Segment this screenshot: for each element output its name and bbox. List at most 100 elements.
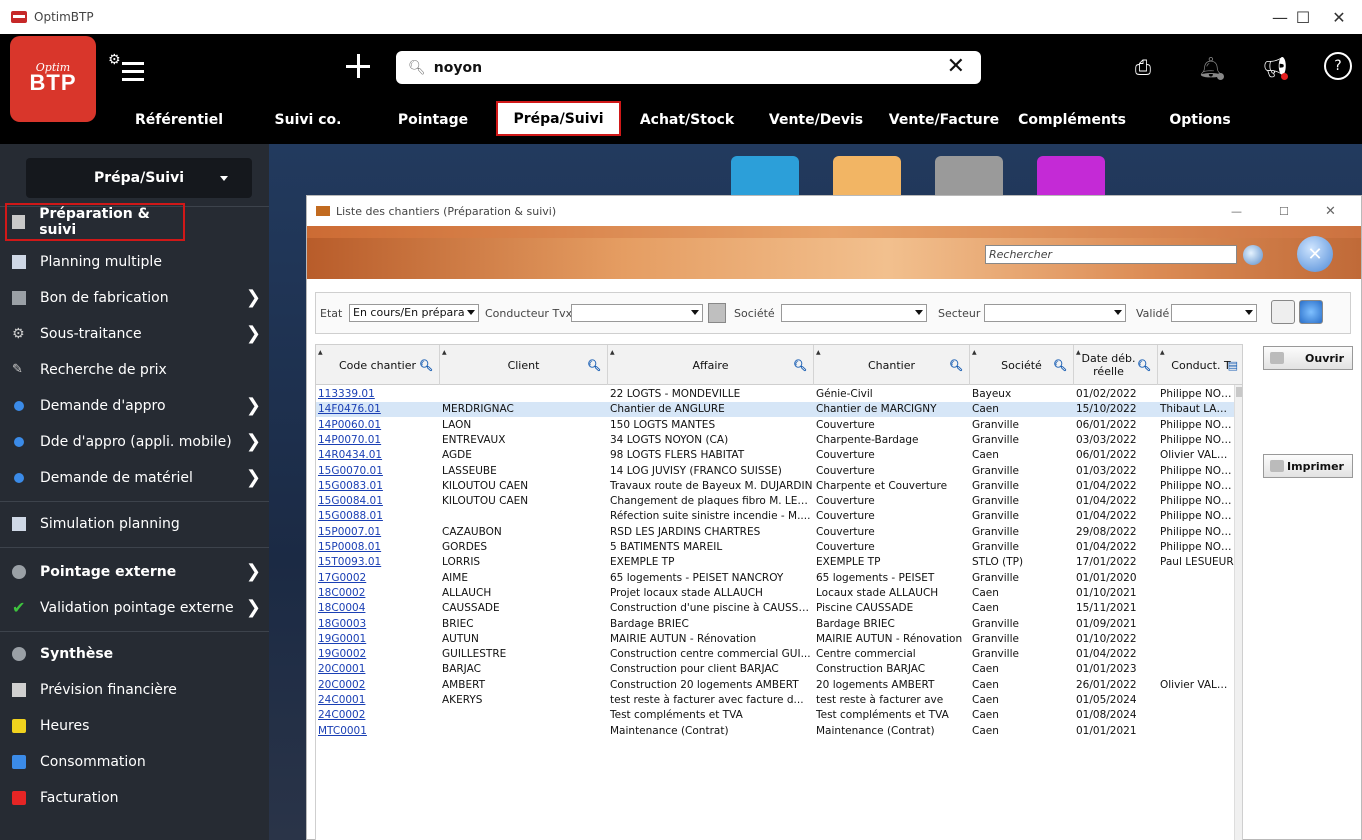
table-row[interactable]: 15P0007.01 CAZAUBON RSD LES JARDINS CHARTR…	[316, 525, 1242, 540]
table-row[interactable]: 17G0002 AIME 65 logements - PEISET NANCROY…	[316, 571, 1242, 586]
sidebar-item-demande-appro[interactable]: Demande d'appro ❯	[0, 388, 269, 424]
cell-code[interactable]: 18G0003	[316, 617, 440, 632]
vertical-scrollbar[interactable]	[1234, 385, 1242, 840]
cell-code[interactable]: 15G0070.01	[316, 464, 440, 479]
societe-select[interactable]	[781, 304, 927, 322]
etat-select[interactable]: En cours/En prépara	[349, 304, 479, 322]
table-row[interactable]: 14P0060.01 LAON 150 LOGTS MANTES Couverture…	[316, 418, 1242, 433]
col-code-chantier[interactable]: ▲ Code chantier 🔍︎	[316, 345, 440, 385]
table-row[interactable]: MTC0001 Maintenance (Contrat) Maintenance …	[316, 724, 1242, 739]
sidebar-item-synthese[interactable]: Synthèse	[0, 636, 269, 672]
table-row[interactable]: 15G0088.01 Réfection suite sinistre incen…	[316, 509, 1242, 524]
cell-code[interactable]: 15T0093.01	[316, 555, 440, 570]
search-icon[interactable]: 🔍︎	[1137, 359, 1151, 372]
sidebar-item-demande-materiel[interactable]: Demande de matériel ❯	[0, 460, 269, 496]
cell-code[interactable]: 14R0434.01	[316, 448, 440, 463]
table-row[interactable]: 24C0002 Test compléments et TVA Test compl…	[316, 708, 1242, 723]
table-row[interactable]: 19G0001 AUTUN MAIRIE AUTUN - Rénovation MAI…	[316, 632, 1242, 647]
maximize-icon[interactable]: ☐	[1279, 205, 1289, 218]
table-row[interactable]: 24C0001 AKERYS test reste à facturer avec …	[316, 693, 1242, 708]
sidebar-item-prevision-financiere[interactable]: Prévision financière	[0, 672, 269, 708]
cell-code[interactable]: 15P0008.01	[316, 540, 440, 555]
bell-icon[interactable]: 🔔︎	[1196, 52, 1226, 82]
sidebar-item-simulation-planning[interactable]: Simulation planning	[0, 506, 269, 542]
cell-code[interactable]: 17G0002	[316, 571, 440, 586]
table-row[interactable]: 15G0084.01 KILOUTOU CAEN Changement de pla…	[316, 494, 1242, 509]
clear-search-icon[interactable]: ✕	[947, 54, 965, 79]
nav-pointage[interactable]: Pointage	[392, 106, 474, 134]
search-filter-button[interactable]	[1271, 300, 1295, 324]
help-icon[interactable]: ?	[1324, 52, 1352, 80]
nav-complements[interactable]: Compléments	[1017, 106, 1127, 134]
col-date-deb[interactable]: ▲ Date déb. réelle 🔍︎	[1074, 345, 1158, 385]
search-icon[interactable]: 🔍︎	[419, 359, 433, 372]
imprimer-button[interactable]: Imprimer	[1263, 454, 1353, 478]
table-row[interactable]: 14P0070.01 ENTREVAUX 34 LOGTS NOYON (CA) Ch…	[316, 433, 1242, 448]
cell-code[interactable]: MTC0001	[316, 724, 440, 739]
cell-code[interactable]: 18C0002	[316, 586, 440, 601]
search-icon[interactable]: 🔍︎	[1053, 359, 1067, 372]
col-affaire[interactable]: ▲ Affaire 🔍︎	[608, 345, 814, 385]
table-row[interactable]: 14R0434.01 AGDE 98 LOGTS FLERS HABITAT Couv…	[316, 448, 1242, 463]
close-icon[interactable]: ✕	[1316, 0, 1362, 34]
nav-prepa-suivi[interactable]: Prépa/Suivi	[496, 101, 621, 136]
scrollbar-thumb[interactable]	[1236, 387, 1242, 397]
sidebar-item-facturation[interactable]: Facturation	[0, 780, 269, 816]
table-row[interactable]: 15T0093.01 LORRIS EXEMPLE TP EXEMPLE TP STLO…	[316, 555, 1242, 570]
cell-code[interactable]: 15G0084.01	[316, 494, 440, 509]
table-row[interactable]: 18C0004 CAUSSADE Construction d'une piscin…	[316, 601, 1242, 616]
table-row[interactable]: 20C0002 AMBERT Construction 20 logements A…	[316, 678, 1242, 693]
cell-code[interactable]: 113339.01	[316, 387, 440, 402]
table-row[interactable]: 113339.01 22 LOGTS - MONDEVILLE Génie-Civi…	[316, 387, 1242, 402]
col-societe[interactable]: ▲ Société 🔍︎	[970, 345, 1074, 385]
secteur-select[interactable]	[984, 304, 1126, 322]
sidebar-item-consommation[interactable]: Consommation	[0, 744, 269, 780]
close-icon[interactable]: ✕	[1325, 204, 1336, 219]
table-row[interactable]: 15G0070.01 LASSEUBE 14 LOG JUVISY (FRANCO …	[316, 464, 1242, 479]
settings-menu-icon[interactable]: ⚙	[108, 52, 148, 84]
cell-code[interactable]: 14P0070.01	[316, 433, 440, 448]
sidebar-item-sous-traitance[interactable]: ⚙ Sous-traitance ❯	[0, 316, 269, 352]
search-icon[interactable]: 🔍︎	[949, 359, 963, 372]
column-chooser-icon[interactable]: ▤	[1228, 359, 1238, 372]
cell-code[interactable]: 20C0002	[316, 678, 440, 693]
table-row[interactable]: 14F0476.01 MERDRIGNAC Chantier de ANGLURE C…	[316, 402, 1242, 418]
sidebar-item-dde-appro-mobile[interactable]: Dde d'appro (appli. mobile) ❯	[0, 424, 269, 460]
cell-code[interactable]: 24C0001	[316, 693, 440, 708]
cell-code[interactable]: 15G0083.01	[316, 479, 440, 494]
close-circle-icon[interactable]: ✕	[1297, 236, 1333, 272]
table-row[interactable]: 18G0003 BRIEC Bardage BRIEC Bardage BRIEC Gr…	[316, 617, 1242, 632]
search-input[interactable]	[433, 59, 914, 76]
table-row[interactable]: 15P0008.01 GORDES 5 BATIMENTS MAREIL Couver…	[316, 540, 1242, 555]
search-icon[interactable]: 🔍︎	[793, 359, 807, 372]
sidebar-item-planning-multiple[interactable]: Planning multiple	[0, 244, 269, 280]
cell-code[interactable]: 24C0002	[316, 708, 440, 723]
table-row[interactable]: 20C0001 BARJAC Construction pour client BA…	[316, 662, 1242, 677]
sidebar-item-bon-fabrication[interactable]: Bon de fabrication ❯	[0, 280, 269, 316]
sidebar-item-validation-pointage[interactable]: ✔ Validation pointage externe ❯	[0, 590, 269, 626]
nav-vente-devis[interactable]: Vente/Devis	[766, 106, 866, 134]
cell-code[interactable]: 14P0060.01	[316, 418, 440, 433]
sidebar-item-pointage-externe[interactable]: Pointage externe ❯	[0, 554, 269, 590]
search-icon[interactable]: 🔍︎	[587, 359, 601, 372]
cell-code[interactable]: 20C0001	[316, 662, 440, 677]
nav-vente-facture[interactable]: Vente/Facture	[885, 106, 1003, 134]
cell-code[interactable]: 15G0088.01	[316, 509, 440, 524]
table-row[interactable]: 18C0002 ALLAUCH Projet locaux stade ALLAUC…	[316, 586, 1242, 601]
cell-code[interactable]: 19G0002	[316, 647, 440, 662]
cell-code[interactable]: 14F0476.01	[316, 402, 440, 417]
refresh-button[interactable]	[1299, 300, 1323, 324]
printer-icon[interactable]: ⎙	[1128, 52, 1158, 82]
window-search-input[interactable]: Rechercher	[985, 245, 1237, 264]
sidebar-item-recherche-prix[interactable]: ✎ Recherche de prix	[0, 352, 269, 388]
col-client[interactable]: ▲ Client 🔍︎	[440, 345, 608, 385]
ouvrir-button[interactable]: Ouvrir	[1263, 346, 1353, 370]
module-dropdown[interactable]: Prépa/Suivi	[26, 158, 252, 198]
table-row[interactable]: 15G0083.01 KILOUTOU CAEN Travaux route de …	[316, 479, 1242, 494]
nav-suivi-co[interactable]: Suivi co.	[268, 106, 348, 134]
valide-select[interactable]	[1171, 304, 1257, 322]
table-row[interactable]: 19G0002 GUILLESTRE Construction centre com…	[316, 647, 1242, 662]
add-button[interactable]	[341, 49, 375, 83]
col-conducteur[interactable]: ▲ Conduct. T ▤	[1158, 345, 1242, 385]
conducteur-select[interactable]	[571, 304, 703, 322]
